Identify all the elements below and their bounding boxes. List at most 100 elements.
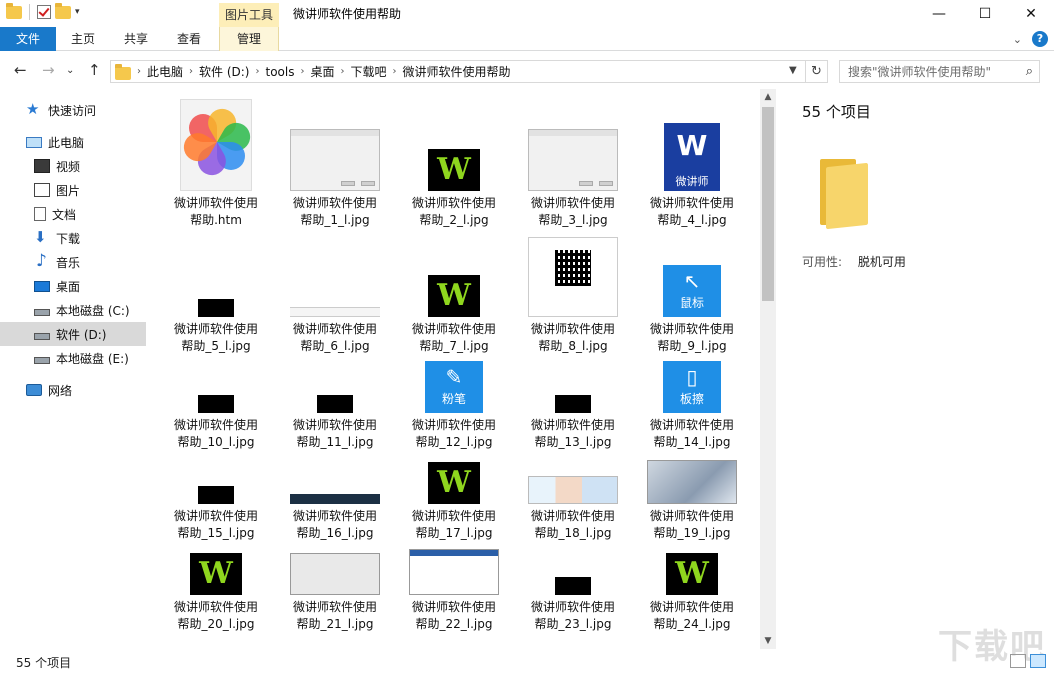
file-name-label: 微讲师软件使用 帮助_23_l.jpg — [515, 599, 631, 633]
breadcrumb-item[interactable]: 此电脑 — [147, 63, 183, 80]
sidebar-item-network[interactable]: 网络 — [0, 378, 146, 402]
file-list: 微讲师软件使用 帮助.htm 微讲师软件使用 帮助_1_l.jpg W 微讲师软件使用 帮助… — [158, 89, 758, 649]
sidebar-item-label: 音乐 — [56, 255, 81, 270]
scroll-up-icon[interactable]: ▲ — [760, 89, 776, 105]
w-logo-thumb: W — [190, 553, 242, 595]
tab-manage[interactable]: 管理 — [219, 27, 279, 51]
sidebar-item-music[interactable]: 音乐 — [0, 250, 146, 274]
sidebar-item-label: 图片 — [56, 183, 81, 198]
sidebar-item-quick-access[interactable]: 快速访问 — [0, 98, 146, 122]
file-name-line: 微讲师软件使用 — [411, 600, 496, 614]
folder-icon — [818, 159, 874, 230]
sidebar-item-drive-e[interactable]: 本地磁盘 (E:) — [0, 346, 146, 370]
file-name-line: 帮助_22_l.jpg — [415, 617, 493, 631]
tab-view[interactable]: 查看 — [166, 27, 212, 51]
sidebar-item-documents[interactable]: 文档 — [0, 202, 146, 226]
chevron-right-icon[interactable]: › — [137, 66, 141, 77]
sidebar-item-label: 软件 (D:) — [56, 327, 107, 342]
details-view-button[interactable] — [1010, 654, 1026, 668]
scrollbar-thumb[interactable] — [762, 107, 774, 301]
breadcrumb-item[interactable]: tools — [265, 65, 294, 79]
breadcrumb-item[interactable]: 下载吧 — [350, 63, 386, 80]
sidebar-item-pictures[interactable]: 图片 — [0, 178, 146, 202]
recent-locations-button[interactable]: ⌄ — [66, 65, 74, 76]
file-name-line: 帮助_23_l.jpg — [534, 617, 612, 631]
chevron-down-icon[interactable]: ⌄ — [1013, 33, 1022, 46]
drive-icon — [34, 333, 50, 340]
availability-value: 脱机可用 — [857, 255, 906, 269]
thumbnail — [515, 89, 631, 595]
music-icon — [34, 251, 50, 271]
vertical-scrollbar[interactable]: ▲ ▼ — [760, 89, 776, 649]
file-name-label: 微讲师软件使用 帮助_22_l.jpg — [396, 599, 512, 633]
drive-icon — [34, 309, 50, 316]
download-icon — [34, 228, 50, 246]
chevron-right-icon[interactable]: › — [255, 66, 259, 77]
search-input[interactable]: 搜索"微讲师软件使用帮助" ⌕ — [839, 60, 1040, 83]
address-bar[interactable]: › 此电脑 › 软件 (D:) › tools › 桌面 › 下载吧 › 微讲师… — [110, 60, 806, 83]
navigation-pane: 快速访问 此电脑 视频 图片 文档 下载 音乐 桌面 本地磁盘 (C:) 软件 … — [0, 89, 148, 649]
breadcrumb-item[interactable]: 微讲师软件使用帮助 — [403, 63, 511, 80]
tab-home[interactable]: 主页 — [60, 27, 106, 51]
sidebar-item-label: 本地磁盘 (E:) — [56, 351, 129, 366]
sidebar-item-downloads[interactable]: 下载 — [0, 226, 146, 250]
refresh-button[interactable]: ↻ — [806, 60, 828, 83]
maximize-button[interactable]: ☐ — [962, 0, 1008, 27]
availability-row: 可用性: 脱机可用 — [802, 253, 906, 270]
breadcrumb-item[interactable]: 软件 (D:) — [199, 63, 249, 80]
status-bar: 55 个项目 下载吧 — [0, 627, 1054, 674]
minimize-button[interactable]: — — [916, 0, 962, 27]
black-image-thumb — [555, 577, 591, 595]
w-logo-thumb: W — [666, 553, 718, 595]
drive-icon — [34, 357, 50, 364]
close-button[interactable]: ✕ — [1008, 0, 1054, 27]
help-icon[interactable]: ? — [1032, 31, 1048, 47]
qat-separator — [29, 4, 30, 20]
file-name-label: 微讲师软件使用 帮助_20_l.jpg — [158, 599, 274, 633]
tab-file[interactable]: 文件 — [0, 27, 56, 51]
computer-icon — [26, 136, 42, 148]
scroll-down-icon[interactable]: ▼ — [760, 633, 776, 649]
sidebar-item-videos[interactable]: 视频 — [0, 154, 146, 178]
folder-front — [826, 162, 868, 230]
pictures-icon — [34, 183, 50, 197]
tab-share[interactable]: 共享 — [113, 27, 159, 51]
up-button[interactable]: ↑ — [88, 61, 101, 79]
star-icon — [26, 100, 42, 118]
desktop-icon — [34, 280, 50, 292]
file-name-line: 微讲师软件使用 — [173, 600, 258, 614]
properties-icon[interactable] — [37, 5, 51, 19]
details-item-count: 55 个项目 — [802, 103, 871, 121]
sidebar-item-drive-d[interactable]: 软件 (D:) — [0, 322, 146, 346]
window-titlebar — [410, 550, 498, 556]
file-name-line: 微讲师软件使用 — [649, 600, 734, 614]
quick-access-toolbar: ▾ — [6, 2, 80, 20]
search-icon: ⌕ — [1025, 64, 1033, 79]
sidebar-item-label: 视频 — [56, 159, 81, 174]
network-icon — [26, 384, 42, 396]
sidebar-item-this-pc[interactable]: 此电脑 — [0, 130, 146, 154]
file-name-line: 帮助_24_l.jpg — [653, 617, 731, 631]
window-screenshot-thumb — [409, 549, 499, 595]
chevron-right-icon[interactable]: › — [393, 66, 397, 77]
sidebar-item-label: 桌面 — [56, 279, 81, 294]
ribbon-tabs: 文件 主页 共享 查看 管理 ⌄ ? — [0, 27, 1054, 51]
status-item-count: 55 个项目 — [16, 656, 72, 670]
sidebar-item-drive-c[interactable]: 本地磁盘 (C:) — [0, 298, 146, 322]
sidebar-item-label: 文档 — [52, 207, 77, 222]
back-button[interactable]: ← — [14, 61, 27, 79]
breadcrumb-item[interactable]: 桌面 — [310, 63, 334, 80]
address-history-icon[interactable]: ▼ — [789, 65, 797, 76]
chevron-right-icon[interactable]: › — [189, 66, 193, 77]
new-folder-icon[interactable] — [55, 2, 71, 19]
chevron-right-icon[interactable]: › — [340, 66, 344, 77]
large-icons-view-button[interactable] — [1030, 654, 1046, 668]
chevron-right-icon[interactable]: › — [300, 66, 304, 77]
forward-button[interactable]: → — [42, 61, 55, 79]
window-title: 微讲师软件使用帮助 — [293, 7, 402, 21]
sidebar-item-desktop[interactable]: 桌面 — [0, 274, 146, 298]
sidebar-item-label: 本地磁盘 (C:) — [56, 303, 130, 318]
customize-qat-icon[interactable]: ▾ — [75, 7, 80, 17]
search-placeholder: 搜索"微讲师软件使用帮助" — [848, 65, 992, 79]
sidebar-item-label: 快速访问 — [48, 103, 97, 118]
